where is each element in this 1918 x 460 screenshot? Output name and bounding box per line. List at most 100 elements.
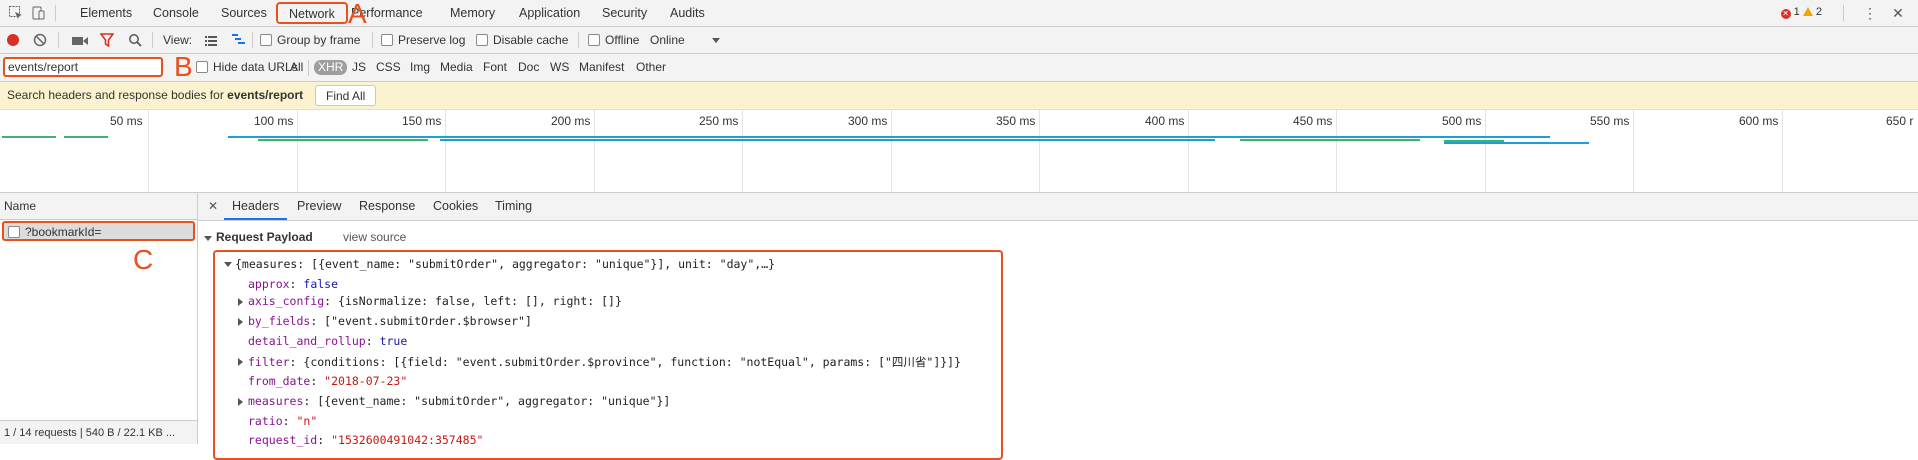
device-toolbar-icon[interactable] <box>30 5 46 21</box>
type-filter-manifest[interactable]: Manifest <box>579 54 624 81</box>
tab-memory[interactable]: Memory <box>450 0 495 26</box>
tick-label: 400 ms <box>1145 114 1185 128</box>
tick-line <box>1633 110 1634 192</box>
request-row[interactable]: ?bookmarkId= <box>2 221 195 241</box>
find-all-button[interactable]: Find All <box>315 85 377 106</box>
timeline-overview[interactable]: 50 ms 100 ms 150 ms 200 ms 250 ms 300 ms… <box>0 110 1918 193</box>
payload-value: [{event_name: "submitOrder", aggregator:… <box>317 394 671 408</box>
payload-line-from-date: from_date: "2018-07-23" <box>248 374 408 388</box>
expand-arrow-icon[interactable] <box>238 398 243 406</box>
payload-key: detail_and_rollup <box>248 334 366 348</box>
checkbox[interactable] <box>588 34 600 46</box>
network-toolbar: View: Group by frame Preserve log Disabl… <box>0 27 1918 54</box>
type-filter-doc[interactable]: Doc <box>518 54 539 81</box>
close-icon[interactable]: ✕ <box>1890 5 1906 21</box>
annotation-c: C <box>133 244 154 275</box>
offline-checkbox[interactable]: Offline <box>588 27 639 53</box>
close-icon[interactable]: ✕ <box>208 193 218 220</box>
tick-line <box>1485 110 1486 192</box>
expand-arrow-icon[interactable] <box>224 262 232 267</box>
type-filter-all[interactable]: All <box>290 54 303 81</box>
error-count: 1 <box>1793 6 1800 18</box>
group-by-frame-label: Group by frame <box>277 33 361 47</box>
payload-line-measures[interactable]: measures: [{event_name: "submitOrder", a… <box>248 394 670 408</box>
expand-arrow-icon[interactable] <box>238 358 243 366</box>
checkbox[interactable] <box>476 34 488 46</box>
tab-application[interactable]: Application <box>519 0 580 26</box>
throttling-select[interactable]: Online <box>650 27 685 53</box>
request-summary: 1 / 14 requests | 540 B / 22.1 KB ... <box>0 420 197 444</box>
type-filter-other[interactable]: Other <box>636 54 666 81</box>
camera-icon[interactable] <box>72 35 88 45</box>
tab-elements[interactable]: Elements <box>80 0 132 26</box>
checkbox[interactable] <box>260 34 272 46</box>
type-filter-font[interactable]: Font <box>483 54 507 81</box>
payload-key: from_date <box>248 374 311 388</box>
payload-value: false <box>303 277 339 291</box>
payload-key: measures <box>248 394 304 408</box>
type-filter-img[interactable]: Img <box>410 54 430 81</box>
clear-icon[interactable] <box>33 33 47 47</box>
divider <box>1843 5 1844 21</box>
type-filter-css[interactable]: CSS <box>376 54 401 81</box>
tick-label: 200 ms <box>551 114 591 128</box>
filter-icon[interactable] <box>99 33 115 48</box>
type-filter-js[interactable]: JS <box>352 54 366 81</box>
large-rows-icon[interactable] <box>205 35 217 46</box>
preserve-log-checkbox[interactable]: Preserve log <box>381 27 465 53</box>
tick-label: 350 ms <box>996 114 1036 128</box>
expand-arrow-icon[interactable] <box>238 318 243 326</box>
tab-headers[interactable]: Headers <box>224 193 288 220</box>
name-column-header[interactable]: Name <box>0 193 197 220</box>
tick-line <box>1336 110 1337 192</box>
payload-value: "1532600491042:357485" <box>331 433 484 447</box>
preserve-log-label: Preserve log <box>398 33 466 47</box>
checkbox[interactable] <box>381 34 393 46</box>
inspect-element-icon[interactable] <box>8 5 24 21</box>
tick-label: 50 ms <box>110 114 143 128</box>
timeline-bar <box>64 136 108 138</box>
divider <box>152 32 153 48</box>
payload-key: by_fields <box>248 314 311 328</box>
more-options-icon[interactable]: ⋮ <box>1862 5 1878 21</box>
disable-cache-checkbox[interactable]: Disable cache <box>476 27 568 53</box>
tick-line <box>1039 110 1040 192</box>
collapse-arrow-icon[interactable] <box>204 236 212 241</box>
tab-audits[interactable]: Audits <box>670 0 705 26</box>
filter-input[interactable] <box>3 57 163 77</box>
tab-sources[interactable]: Sources <box>221 0 267 26</box>
waterfall-icon[interactable] <box>232 34 246 46</box>
tab-console[interactable]: Console <box>153 0 199 26</box>
tab-cookies[interactable]: Cookies <box>433 193 478 220</box>
payload-line-by-fields[interactable]: by_fields: ["event.submitOrder.$browser"… <box>248 314 532 328</box>
request-list: Name ?bookmarkId= 1 / 14 requests | 540 … <box>0 193 198 444</box>
tab-network[interactable]: Network <box>276 2 348 24</box>
hide-data-urls-checkbox[interactable]: Hide data URLs <box>196 54 298 81</box>
search-icon[interactable] <box>128 33 142 47</box>
type-filter-media[interactable]: Media <box>440 54 473 81</box>
disable-cache-label: Disable cache <box>493 33 569 47</box>
payload-line-request-id: request_id: "1532600491042:357485" <box>248 433 484 447</box>
payload-root[interactable]: {measures: [{event_name: "submitOrder", … <box>235 257 775 271</box>
tab-timing[interactable]: Timing <box>495 193 532 220</box>
tick-line <box>1782 110 1783 192</box>
type-filter-ws[interactable]: WS <box>550 54 569 81</box>
checkbox[interactable] <box>196 61 208 73</box>
view-source-link[interactable]: view source <box>343 230 406 244</box>
divider <box>578 32 579 48</box>
payload-line-filter[interactable]: filter: {conditions: [{field: "event.sub… <box>248 354 961 370</box>
payload-value: true <box>379 334 408 348</box>
record-icon[interactable] <box>7 34 19 46</box>
group-by-frame-checkbox[interactable]: Group by frame <box>260 27 360 53</box>
tab-response[interactable]: Response <box>359 193 415 220</box>
expand-arrow-icon[interactable] <box>238 298 243 306</box>
tick-label: 250 ms <box>699 114 739 128</box>
timeline-bar <box>228 136 1550 138</box>
tick-line <box>1188 110 1189 192</box>
tab-preview[interactable]: Preview <box>297 193 341 220</box>
error-warning-counter[interactable]: ✕ 1 2 <box>1780 6 1822 19</box>
type-filter-xhr[interactable]: XHR <box>314 60 348 75</box>
payload-line-axis-config[interactable]: axis_config: {isNormalize: false, left: … <box>248 294 622 308</box>
chevron-down-icon[interactable] <box>712 38 720 43</box>
tab-security[interactable]: Security <box>602 0 647 26</box>
